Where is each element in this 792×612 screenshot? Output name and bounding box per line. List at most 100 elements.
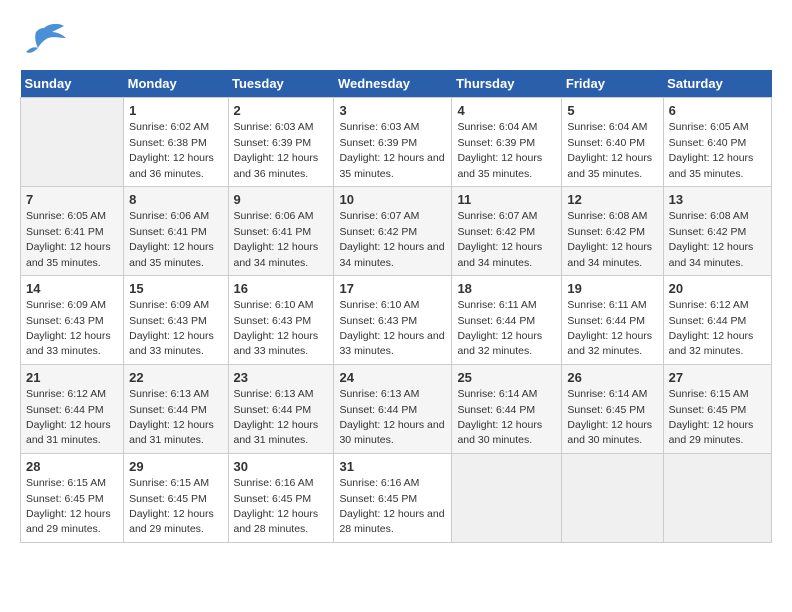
calendar-cell: 19 Sunrise: 6:11 AM Sunset: 6:44 PM Dayl… (562, 275, 663, 364)
daylight-text: Daylight: 12 hours and 31 minutes. (129, 419, 214, 446)
calendar-cell: 16 Sunrise: 6:10 AM Sunset: 6:43 PM Dayl… (228, 275, 334, 364)
calendar-table: SundayMondayTuesdayWednesdayThursdayFrid… (20, 70, 772, 543)
day-number: 4 (457, 103, 464, 118)
day-number: 12 (567, 192, 581, 207)
calendar-cell: 25 Sunrise: 6:14 AM Sunset: 6:44 PM Dayl… (452, 364, 562, 453)
day-number: 20 (669, 281, 683, 296)
sunset-text: Sunset: 6:43 PM (26, 315, 104, 327)
sunset-text: Sunset: 6:42 PM (669, 226, 747, 238)
sunset-text: Sunset: 6:41 PM (26, 226, 104, 238)
sunset-text: Sunset: 6:44 PM (26, 404, 104, 416)
calendar-cell: 3 Sunrise: 6:03 AM Sunset: 6:39 PM Dayli… (334, 98, 452, 187)
sunrise-text: Sunrise: 6:09 AM (129, 299, 209, 311)
daylight-text: Daylight: 12 hours and 28 minutes. (234, 508, 319, 535)
calendar-cell (562, 453, 663, 542)
daylight-text: Daylight: 12 hours and 34 minutes. (339, 241, 444, 268)
calendar-cell: 4 Sunrise: 6:04 AM Sunset: 6:39 PM Dayli… (452, 98, 562, 187)
sunrise-text: Sunrise: 6:08 AM (567, 210, 647, 222)
sunset-text: Sunset: 6:44 PM (457, 315, 535, 327)
day-number: 13 (669, 192, 683, 207)
sunset-text: Sunset: 6:44 PM (669, 315, 747, 327)
day-number: 21 (26, 370, 40, 385)
calendar-week-1: 1 Sunrise: 6:02 AM Sunset: 6:38 PM Dayli… (21, 98, 772, 187)
day-number: 30 (234, 459, 248, 474)
sunrise-text: Sunrise: 6:05 AM (26, 210, 106, 222)
daylight-text: Daylight: 12 hours and 34 minutes. (234, 241, 319, 268)
sunrise-text: Sunrise: 6:03 AM (234, 121, 314, 133)
sunset-text: Sunset: 6:38 PM (129, 137, 207, 149)
daylight-text: Daylight: 12 hours and 32 minutes. (457, 330, 542, 357)
calendar-cell: 27 Sunrise: 6:15 AM Sunset: 6:45 PM Dayl… (663, 364, 771, 453)
sunset-text: Sunset: 6:43 PM (234, 315, 312, 327)
sunrise-text: Sunrise: 6:09 AM (26, 299, 106, 311)
weekday-header-monday: Monday (124, 70, 228, 98)
sunrise-text: Sunrise: 6:13 AM (339, 388, 419, 400)
daylight-text: Daylight: 12 hours and 30 minutes. (339, 419, 444, 446)
day-number: 31 (339, 459, 353, 474)
sunset-text: Sunset: 6:43 PM (129, 315, 207, 327)
sunrise-text: Sunrise: 6:04 AM (567, 121, 647, 133)
calendar-cell: 15 Sunrise: 6:09 AM Sunset: 6:43 PM Dayl… (124, 275, 228, 364)
sunrise-text: Sunrise: 6:11 AM (457, 299, 536, 311)
daylight-text: Daylight: 12 hours and 28 minutes. (339, 508, 444, 535)
calendar-week-3: 14 Sunrise: 6:09 AM Sunset: 6:43 PM Dayl… (21, 275, 772, 364)
day-number: 27 (669, 370, 683, 385)
calendar-cell: 2 Sunrise: 6:03 AM Sunset: 6:39 PM Dayli… (228, 98, 334, 187)
daylight-text: Daylight: 12 hours and 33 minutes. (234, 330, 319, 357)
calendar-cell: 9 Sunrise: 6:06 AM Sunset: 6:41 PM Dayli… (228, 186, 334, 275)
calendar-cell: 6 Sunrise: 6:05 AM Sunset: 6:40 PM Dayli… (663, 98, 771, 187)
daylight-text: Daylight: 12 hours and 29 minutes. (129, 508, 214, 535)
sunrise-text: Sunrise: 6:16 AM (339, 477, 419, 489)
calendar-week-5: 28 Sunrise: 6:15 AM Sunset: 6:45 PM Dayl… (21, 453, 772, 542)
daylight-text: Daylight: 12 hours and 35 minutes. (669, 152, 754, 179)
sunrise-text: Sunrise: 6:15 AM (26, 477, 106, 489)
daylight-text: Daylight: 12 hours and 33 minutes. (339, 330, 444, 357)
sunrise-text: Sunrise: 6:05 AM (669, 121, 749, 133)
sunset-text: Sunset: 6:42 PM (339, 226, 417, 238)
day-number: 17 (339, 281, 353, 296)
day-number: 19 (567, 281, 581, 296)
calendar-week-2: 7 Sunrise: 6:05 AM Sunset: 6:41 PM Dayli… (21, 186, 772, 275)
daylight-text: Daylight: 12 hours and 34 minutes. (457, 241, 542, 268)
calendar-cell: 11 Sunrise: 6:07 AM Sunset: 6:42 PM Dayl… (452, 186, 562, 275)
daylight-text: Daylight: 12 hours and 33 minutes. (129, 330, 214, 357)
weekday-header-wednesday: Wednesday (334, 70, 452, 98)
sunset-text: Sunset: 6:44 PM (234, 404, 312, 416)
sunset-text: Sunset: 6:45 PM (339, 493, 417, 505)
daylight-text: Daylight: 12 hours and 35 minutes. (457, 152, 542, 179)
sunset-text: Sunset: 6:45 PM (129, 493, 207, 505)
sunset-text: Sunset: 6:42 PM (567, 226, 645, 238)
sunset-text: Sunset: 6:41 PM (129, 226, 207, 238)
sunrise-text: Sunrise: 6:06 AM (129, 210, 209, 222)
daylight-text: Daylight: 12 hours and 35 minutes. (26, 241, 111, 268)
daylight-text: Daylight: 12 hours and 29 minutes. (26, 508, 111, 535)
daylight-text: Daylight: 12 hours and 35 minutes. (567, 152, 652, 179)
sunset-text: Sunset: 6:44 PM (567, 315, 645, 327)
sunrise-text: Sunrise: 6:16 AM (234, 477, 314, 489)
day-number: 9 (234, 192, 241, 207)
weekday-header-friday: Friday (562, 70, 663, 98)
sunset-text: Sunset: 6:45 PM (567, 404, 645, 416)
day-number: 23 (234, 370, 248, 385)
logo-icon (20, 20, 68, 60)
sunrise-text: Sunrise: 6:10 AM (234, 299, 314, 311)
day-number: 15 (129, 281, 143, 296)
calendar-cell: 24 Sunrise: 6:13 AM Sunset: 6:44 PM Dayl… (334, 364, 452, 453)
sunrise-text: Sunrise: 6:03 AM (339, 121, 419, 133)
sunset-text: Sunset: 6:45 PM (26, 493, 104, 505)
calendar-cell: 1 Sunrise: 6:02 AM Sunset: 6:38 PM Dayli… (124, 98, 228, 187)
sunrise-text: Sunrise: 6:12 AM (26, 388, 106, 400)
calendar-cell: 30 Sunrise: 6:16 AM Sunset: 6:45 PM Dayl… (228, 453, 334, 542)
day-number: 26 (567, 370, 581, 385)
logo (20, 20, 72, 60)
calendar-cell: 13 Sunrise: 6:08 AM Sunset: 6:42 PM Dayl… (663, 186, 771, 275)
calendar-cell (663, 453, 771, 542)
day-number: 10 (339, 192, 353, 207)
sunset-text: Sunset: 6:43 PM (339, 315, 417, 327)
daylight-text: Daylight: 12 hours and 32 minutes. (567, 330, 652, 357)
day-number: 6 (669, 103, 676, 118)
sunrise-text: Sunrise: 6:02 AM (129, 121, 209, 133)
day-number: 5 (567, 103, 574, 118)
daylight-text: Daylight: 12 hours and 31 minutes. (234, 419, 319, 446)
daylight-text: Daylight: 12 hours and 32 minutes. (669, 330, 754, 357)
